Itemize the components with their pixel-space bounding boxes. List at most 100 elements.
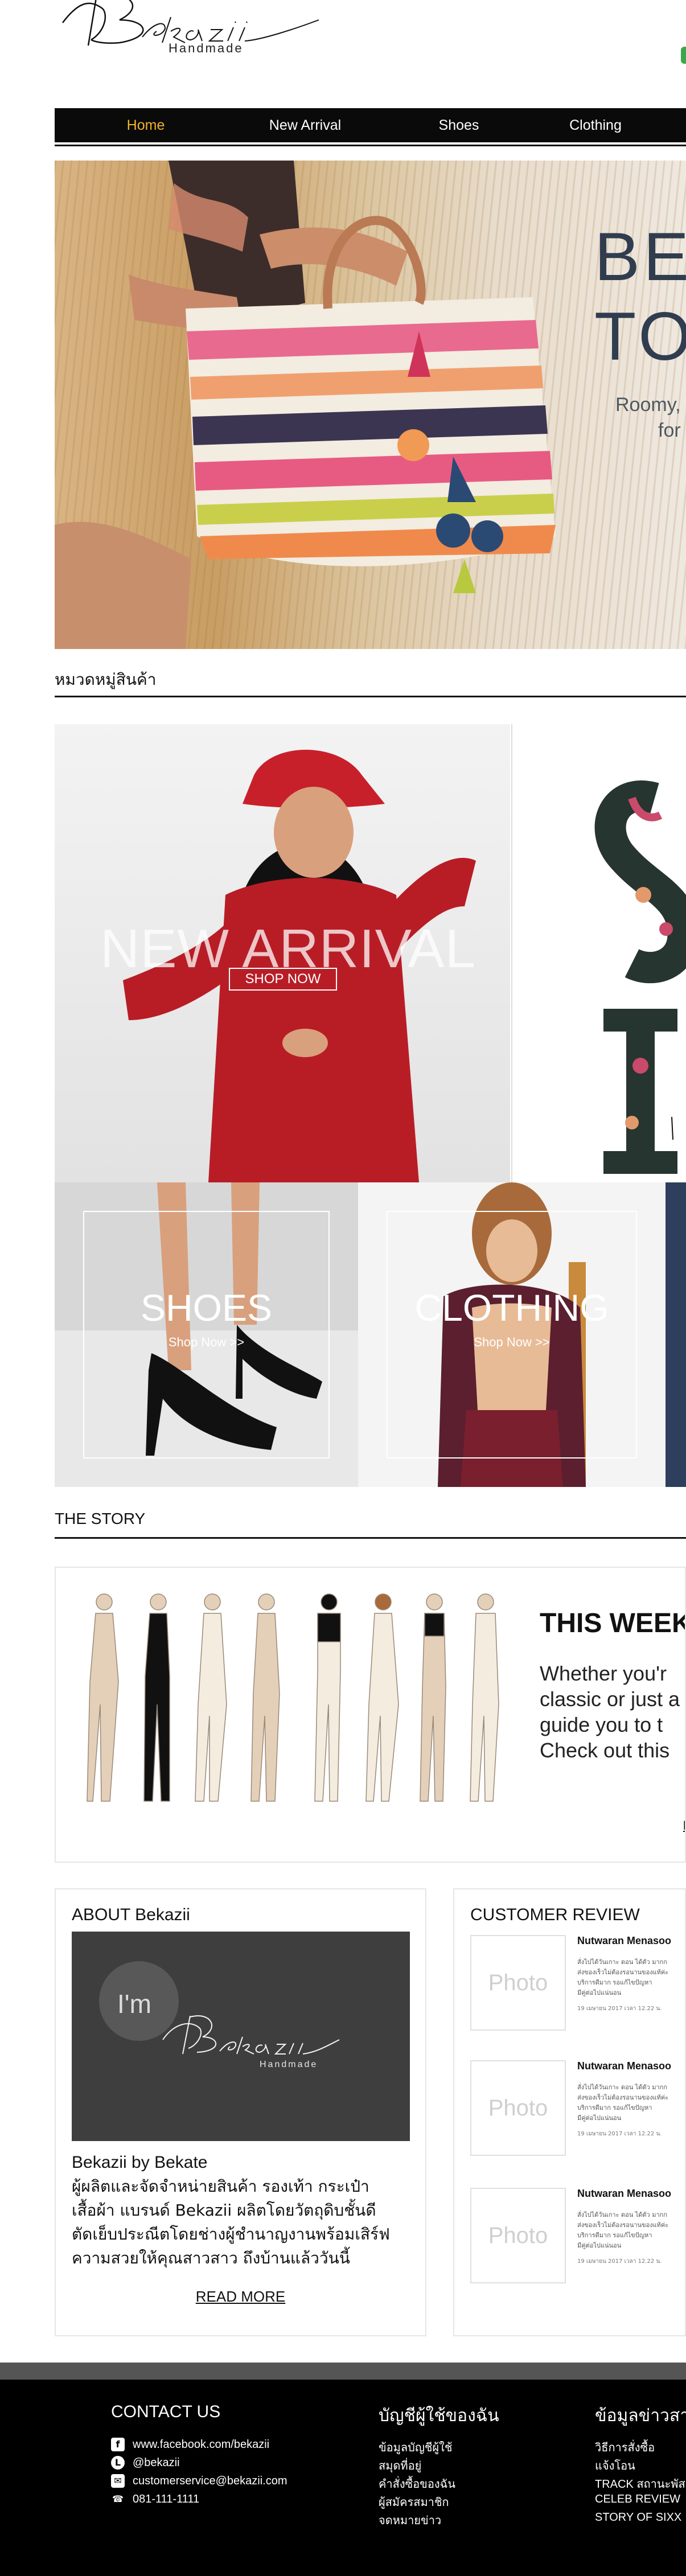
review-text-line: มีคู่ต่อไปแน่นอน [577,2114,622,2122]
review-date: 19 เมษายน 2017 เวลา 12.22 น. [577,2258,662,2265]
category-sale[interactable] [511,724,686,1182]
footer-info-link[interactable]: TRACK สถานะพัสดุ [595,2475,686,2493]
categories-title: หมวดหมู่สินค้า [55,671,157,688]
review-item[interactable]: Photo Nutwaran Menasoo สั่งไปได้วันเกาะ … [470,2188,685,2302]
category-clothing[interactable]: CLOTHING Shop Now >> [358,1182,666,1487]
about-image: I'm Handmade [72,1932,410,2141]
footer-account-link[interactable]: ผู้สมัครสมาชิก [379,2493,449,2511]
footer-email-link[interactable]: customerservice@bekazii.com [133,2475,287,2488]
logo-subtitle: Handmade [169,41,244,55]
hero-bag-image [55,161,556,649]
story-text-line2: classic or just a [540,1687,680,1711]
footer-info-title: ข้อมูลข่าวสาร [595,2406,686,2425]
shoes-label: SHOES [140,1287,273,1329]
shoes-frame: SHOES Shop Now >> [83,1211,330,1458]
about-image-subtitle: Handmade [260,2060,318,2069]
review-title: CUSTOMER REVIEW [470,1905,640,1924]
review-text-line: สั่งไปได้วันเกาะ ดอน ได้ตัว มากก [577,1958,667,1966]
mail-icon: ✉ [111,2474,125,2488]
about-card: ABOUT Bekazii I'm Handmade Bekazii by Be… [55,1888,426,2336]
story-heading: THIS WEEK [540,1608,686,1638]
read-more-link[interactable]: READ MORE [196,2288,285,2305]
review-name: Nutwaran Menasoo [577,1935,672,1946]
about-desc-line1: ผู้ผลิตและจัดจำหน่ายสินค้า รองเท้า กระเป… [72,2177,369,2196]
review-text-line: บริการดีมาก รอแก้ไขปัญหา [577,2232,652,2239]
nav-item-shoes[interactable]: Shoes [419,108,499,142]
main-nav: Home New Arrival Shoes Clothing [55,108,686,142]
review-text-line: บริการดีมาก รอแก้ไขปัญหา [577,2104,652,2111]
story-text-line3: guide you to t [540,1713,663,1736]
footer-phone-link[interactable]: 081-111-1111 [133,2493,199,2506]
about-desc-line4: ความสวยให้คุณสาวสาว ถึงบ้านแล้ววันนี้ [72,2249,350,2267]
story-section-title: THE STORY [55,1510,146,1527]
about-read-more-wrap: READ MORE [56,2288,425,2306]
story-text-line4: Check out this [540,1739,670,1762]
category-shoes[interactable]: SHOES Shop Now >> [55,1182,358,1487]
nav-item-new-arrival[interactable]: New Arrival [248,108,362,142]
review-text-line: ส่งของเร็วไม่ต้องรอนานของแท้ค่ะ [577,2221,669,2229]
line-icon: L [111,2456,125,2470]
footer-account-title: บัญชีผู้ใช้ของฉัน [379,2406,499,2425]
sale-floral-letters [594,780,686,1174]
footer-info-link[interactable]: แจ้งโอน [595,2456,635,2475]
clothing-label: CLOTHING [414,1287,609,1329]
footer-top-bar [0,2363,686,2380]
about-byline: Bekazii by Bekate [72,2153,208,2172]
story-read-link[interactable]: R [683,1818,685,1833]
facebook-icon: f [111,2438,125,2451]
footer-line-link[interactable]: @bekazii [133,2456,180,2470]
footer-contact-title: CONTACT US [111,2402,221,2421]
footer-account-link[interactable]: สมุดที่อยู่ [379,2456,421,2475]
footer-account-link[interactable]: คำสั่งซื้อของฉัน [379,2475,455,2493]
nav-item-clothing[interactable]: Clothing [550,108,641,142]
review-item[interactable]: Photo Nutwaran Menasoo สั่งไปได้วันเกาะ … [470,2060,685,2174]
review-photo: Photo [470,2060,566,2156]
category-new-arrival[interactable]: NEW ARRIVAL SHOP NOW [55,724,510,1182]
new-arrival-shop-button[interactable]: SHOP NOW [229,968,337,991]
review-text-line: ส่งของเร็วไม่ต้องรอนานของแท้ค่ะ [577,2094,669,2101]
footer-info-link[interactable]: CELEB REVIEW [595,2493,680,2506]
phone-icon: ☎ [112,2493,124,2504]
review-card: CUSTOMER REVIEW Photo Nutwaran Menasoo ส… [453,1888,686,2336]
story-divider [55,1537,686,1539]
category-next-preview[interactable] [666,1182,686,1487]
hero-banner[interactable]: BE TO Roomy, for [55,161,686,649]
hero-title-line2: TO [594,298,686,375]
footer: CONTACT US f www.facebook.com/bekazii L … [0,2380,686,2576]
review-name: Nutwaran Menasoo [577,2060,672,2072]
clothing-shop-link[interactable]: Shop Now >> [388,1335,636,1350]
footer-account-link[interactable]: จดหมายข่าว [379,2511,441,2529]
footer-info-link[interactable]: STORY OF SIXX [595,2511,681,2524]
review-text-line: มีคู่ต่อไปแน่นอน [577,1989,622,1996]
header-button[interactable] [681,47,686,64]
clothing-frame: CLOTHING Shop Now >> [387,1211,637,1458]
footer-account-link[interactable]: ข้อมูลบัญชีผู้ใช้ [379,2438,453,2456]
categories-divider [55,696,686,697]
footer-facebook-link[interactable]: www.facebook.com/bekazii [133,2438,269,2451]
hero-subtitle-line2: for [658,420,681,441]
review-text-line: ส่งของเร็วไม่ต้องรอนานของแท้ค่ะ [577,1969,669,1976]
page: Handmade Home New Arrival Shoes Clothing [0,0,686,2576]
review-date: 19 เมษายน 2017 เวลา 12.22 น. [577,2131,662,2137]
nav-underline [55,145,686,146]
about-desc-line2: เสื้อผ้า แบรนด์ Bekazii ผลิตโดยวัตถุดิบช… [72,2201,376,2220]
shoes-shop-link[interactable]: Shop Now >> [84,1335,328,1350]
review-name: Nutwaran Menasoo [577,2188,672,2199]
review-text-line: สั่งไปได้วันเกาะ ดอน ได้ตัว มากก [577,2084,667,2091]
review-item[interactable]: Photo Nutwaran Menasoo สั่งไปได้วันเกาะ … [470,1935,685,2049]
story-text-line1: Whether you'r [540,1662,667,1685]
fashion-sketches-image [87,1593,499,1802]
footer-info-link[interactable]: วิธีการสั่งซื้อ [595,2438,655,2456]
hero-subtitle-line1: Roomy, [615,394,681,416]
review-text-line: มีคู่ต่อไปแน่นอน [577,2242,622,2249]
story-card[interactable]: THIS WEEK Whether you'r classic or just … [55,1567,686,1863]
nav-item-home[interactable]: Home [106,108,186,142]
review-date: 19 เมษายน 2017 เวลา 12.22 น. [577,2006,662,2012]
review-text-line: สั่งไปได้วันเกาะ ดอน ได้ตัว มากก [577,2211,667,2218]
about-title: ABOUT Bekazii [72,1905,190,1924]
review-photo: Photo [470,2188,566,2283]
about-image-logo [162,2015,340,2055]
review-text-line: บริการดีมาก รอแก้ไขปัญหา [577,1979,652,1986]
about-image-text: I'm [117,1989,151,2019]
hero-title-line1: BE [594,219,686,295]
